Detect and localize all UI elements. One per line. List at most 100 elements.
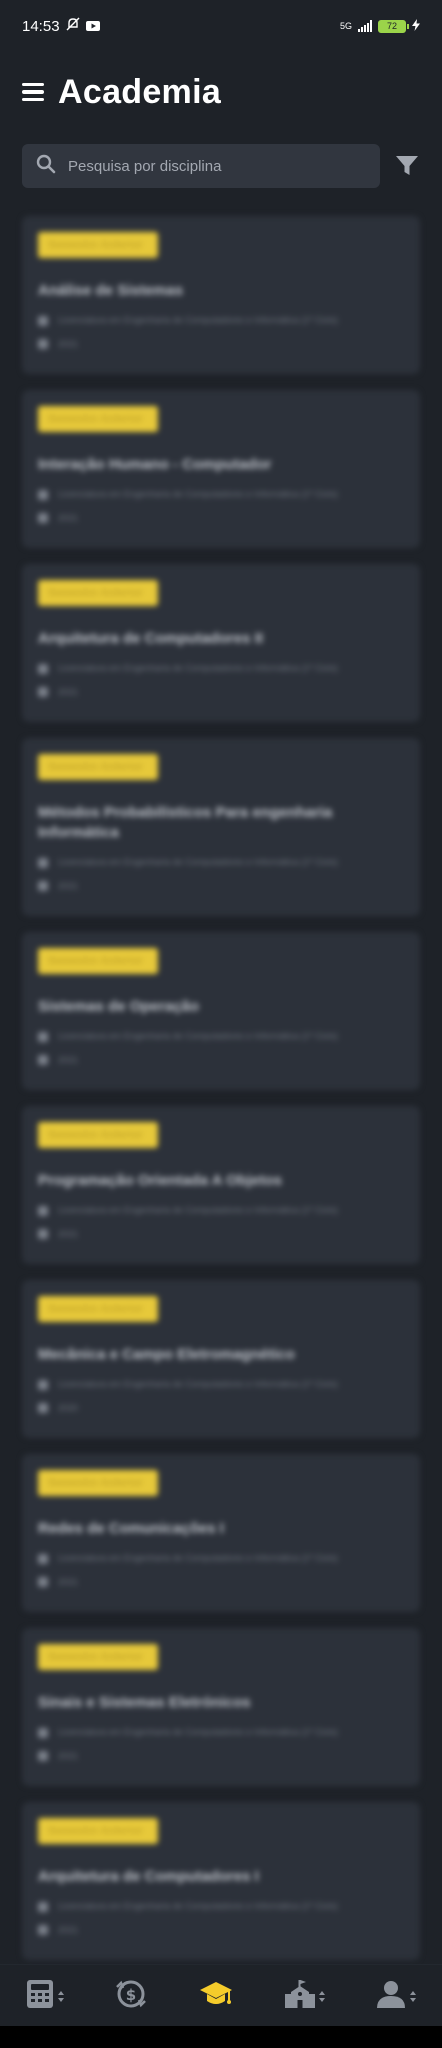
year-row: 2021 — [38, 1228, 404, 1239]
search-row — [0, 144, 442, 188]
program-name: Licenciatura em Engenharia de Computador… — [58, 1727, 338, 1737]
status-left: 14:53 — [22, 17, 100, 35]
program-row: Licenciatura em Engenharia de Computador… — [38, 1553, 404, 1564]
program-row: Licenciatura em Engenharia de Computador… — [38, 489, 404, 500]
program-icon — [38, 664, 48, 674]
status-bar: 14:53 5G 72 — [0, 0, 442, 52]
app-header: Academia — [0, 52, 442, 112]
course-card[interactable]: Semestre Anterior Arquitetura de Computa… — [22, 1802, 420, 1960]
graduation-cap-icon — [199, 1979, 233, 2014]
semester-badge: Semestre Anterior — [38, 232, 158, 258]
battery-icon: 72 — [378, 19, 409, 33]
course-card[interactable]: Semestre Anterior Sinais e Sistemas Elet… — [22, 1628, 420, 1786]
search-input[interactable] — [66, 156, 366, 176]
program-name: Licenciatura em Engenharia de Computador… — [58, 315, 338, 325]
course-card[interactable]: Semestre Anterior Arquitetura de Computa… — [22, 564, 420, 722]
semester-badge: Semestre Anterior — [38, 1470, 158, 1496]
expand-icon — [410, 1990, 417, 2002]
course-year: 2021 — [58, 512, 79, 523]
course-year: 2021 — [58, 880, 79, 891]
course-name: Mecânica e Campo Eletromagnético — [38, 1346, 295, 1363]
network-label: 5G — [339, 21, 352, 31]
course-name: Arquitetura de Computadores II — [38, 630, 264, 647]
calendar-icon — [38, 687, 48, 697]
semester-badge: Semestre Anterior — [38, 1122, 158, 1148]
calendar-icon — [38, 1229, 48, 1239]
status-time: 14:53 — [22, 17, 60, 35]
program-name: Licenciatura em Engenharia de Computador… — [58, 489, 338, 499]
course-card[interactable]: Semestre Anterior Sistemas de Operação L… — [22, 932, 420, 1090]
semester-badge: Semestre Anterior — [38, 754, 158, 780]
semester-badge: Semestre Anterior — [38, 948, 158, 974]
semester-badge: Semestre Anterior — [38, 1296, 158, 1322]
search-box[interactable] — [22, 144, 380, 188]
semester-badge: Semestre Anterior — [38, 580, 158, 606]
course-name: Programação Orientada A Objetos — [38, 1172, 282, 1189]
filter-icon[interactable] — [394, 153, 420, 179]
bottom-nav: $ — [0, 1964, 442, 2027]
calculator-icon — [26, 1979, 54, 2014]
course-year: 2021 — [58, 1750, 79, 1761]
year-row: 2021 — [38, 1924, 404, 1935]
calendar-icon — [38, 881, 48, 891]
calendar-icon — [38, 1403, 48, 1413]
year-row: 2021 — [38, 880, 404, 891]
course-card[interactable]: Semestre Anterior Métodos Probabilístico… — [22, 738, 420, 916]
page-title: Academia — [58, 72, 222, 111]
course-card[interactable]: Semestre Anterior Análise de Sistemas Li… — [22, 216, 420, 374]
program-icon — [38, 1728, 48, 1738]
program-name: Licenciatura em Engenharia de Computador… — [58, 857, 338, 867]
user-icon — [376, 1979, 406, 2014]
course-year: 2021 — [58, 1924, 79, 1935]
course-year: 2021 — [58, 686, 79, 697]
calendar-icon — [38, 1577, 48, 1587]
program-row: Licenciatura em Engenharia de Computador… — [38, 1031, 404, 1042]
course-year: 2021 — [58, 1228, 79, 1239]
program-name: Licenciatura em Engenharia de Computador… — [58, 1379, 338, 1389]
course-year: 2021 — [58, 338, 79, 349]
course-name: Sistemas de Operação — [38, 998, 199, 1015]
nav-item-finance[interactable]: $ — [115, 1979, 147, 2014]
year-row: 2021 — [38, 686, 404, 697]
year-row: 2020 — [38, 1402, 404, 1413]
nav-item-academia[interactable] — [199, 1979, 233, 2014]
calendar-icon — [38, 513, 48, 523]
youtube-icon — [85, 18, 100, 35]
course-name: Sinais e Sistemas Eletrónicos — [38, 1694, 251, 1711]
money-icon: $ — [115, 1979, 147, 2014]
menu-icon[interactable] — [22, 82, 44, 102]
program-icon — [38, 1902, 48, 1912]
course-card[interactable]: Semestre Anterior Mecânica e Campo Eletr… — [22, 1280, 420, 1438]
expand-icon — [57, 1990, 64, 2002]
program-icon — [38, 1380, 48, 1390]
program-icon — [38, 858, 48, 868]
battery-level: 72 — [386, 21, 397, 31]
calendar-icon — [38, 1055, 48, 1065]
program-row: Licenciatura em Engenharia de Computador… — [38, 857, 404, 868]
program-icon — [38, 1032, 48, 1042]
mute-icon — [66, 17, 80, 35]
course-name: Redes de Comunicações I — [38, 1520, 224, 1537]
program-row: Licenciatura em Engenharia de Computador… — [38, 1727, 404, 1738]
course-name: Interação Humano - Computador — [38, 456, 272, 473]
calendar-icon — [38, 1751, 48, 1761]
course-name: Análise de Sistemas — [38, 282, 184, 299]
course-card[interactable]: Semestre Anterior Interação Humano - Com… — [22, 390, 420, 548]
course-card[interactable]: Semestre Anterior Programação Orientada … — [22, 1106, 420, 1264]
nav-item-profile[interactable] — [376, 1979, 417, 2014]
calendar-icon — [38, 339, 48, 349]
charging-icon — [412, 19, 420, 33]
nav-item-school[interactable] — [284, 1979, 325, 2014]
nav-item-calculator[interactable] — [26, 1979, 64, 2014]
course-card[interactable]: Semestre Anterior Redes de Comunicações … — [22, 1454, 420, 1612]
calendar-icon — [38, 1925, 48, 1935]
program-name: Licenciatura em Engenharia de Computador… — [58, 1205, 338, 1215]
semester-badge: Semestre Anterior — [38, 1818, 158, 1844]
program-name: Licenciatura em Engenharia de Computador… — [58, 1901, 338, 1911]
course-list: Semestre Anterior Análise de Sistemas Li… — [0, 216, 442, 1960]
status-right: 5G 72 — [340, 19, 420, 33]
year-row: 2021 — [38, 1576, 404, 1587]
program-row: Licenciatura em Engenharia de Computador… — [38, 1379, 404, 1390]
svg-text:$: $ — [126, 1986, 136, 2004]
year-row: 2021 — [38, 512, 404, 523]
